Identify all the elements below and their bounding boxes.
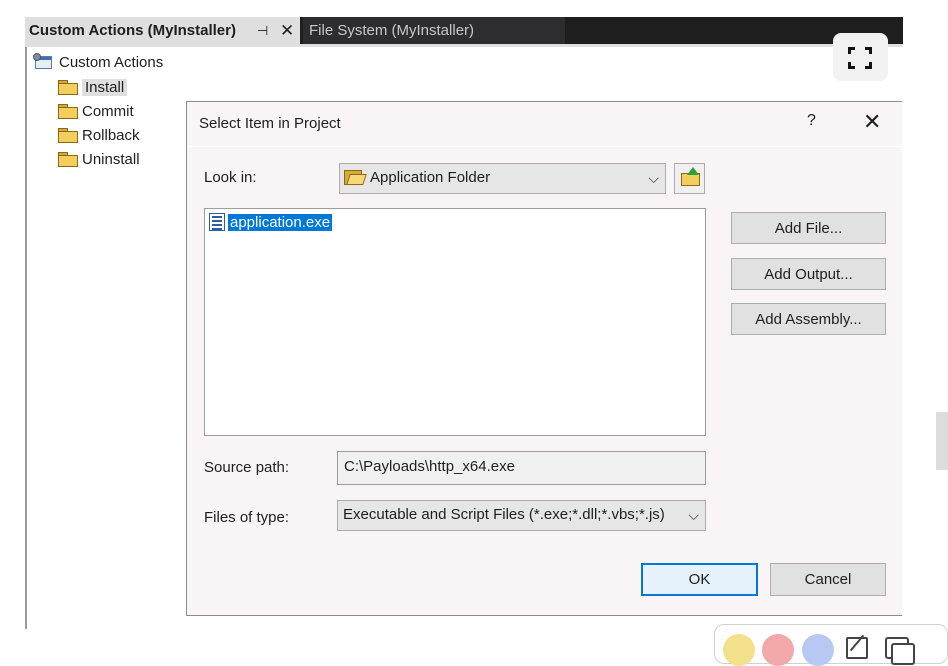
add-assembly-button[interactable]: Add Assembly...	[731, 303, 886, 335]
edit-icon[interactable]	[846, 637, 868, 659]
dialog-title: Select Item in Project	[199, 115, 341, 132]
copy-icon[interactable]	[885, 637, 915, 665]
panel-left-border	[25, 47, 27, 629]
document-tab-bar: Custom Actions (MyInstaller) ⊣ ✕ File Sy…	[25, 17, 903, 44]
executable-file-icon	[209, 213, 225, 231]
tree-item-uninstall[interactable]: Uninstall	[58, 149, 140, 171]
folder-icon	[58, 104, 78, 119]
help-button[interactable]: ?	[807, 112, 816, 130]
up-arrow-icon	[687, 167, 699, 175]
chevron-down-icon: ⌵	[685, 501, 699, 529]
source-path-input[interactable]: C:\Payloads\http_x64.exe	[337, 451, 706, 485]
tree-root-custom-actions[interactable]: Custom Actions	[33, 52, 163, 74]
tree-root-label: Custom Actions	[59, 54, 164, 71]
ok-button[interactable]: OK	[641, 563, 758, 596]
source-path-label: Source path:	[204, 459, 290, 476]
tab-custom-actions-label: Custom Actions (MyInstaller)	[29, 22, 236, 39]
tree-item-commit[interactable]: Commit	[58, 101, 134, 123]
fullscreen-button[interactable]	[833, 33, 888, 81]
tree-item-label: Rollback	[82, 127, 140, 144]
add-output-button[interactable]: Add Output...	[731, 258, 886, 290]
tab-file-system-label: File System (MyInstaller)	[309, 22, 475, 39]
fullscreen-icon	[848, 47, 855, 54]
fullscreen-icon-corner	[848, 62, 855, 69]
open-folder-icon	[344, 169, 364, 185]
folder-icon	[58, 152, 78, 167]
fullscreen-icon-corner	[865, 62, 872, 69]
look-in-dropdown[interactable]: Application Folder ⌵	[339, 163, 666, 194]
dialog-close-button[interactable]: ✕	[863, 109, 881, 135]
fullscreen-icon-corner	[865, 47, 872, 54]
look-in-value: Application Folder	[370, 169, 491, 186]
tree-item-label: Uninstall	[82, 151, 140, 168]
list-item-name: application.exe	[228, 214, 333, 231]
blue-color-swatch[interactable]	[802, 634, 834, 666]
project-items-list[interactable]: application.exe	[204, 208, 706, 436]
up-one-level-button[interactable]	[674, 163, 705, 194]
list-item[interactable]: application.exe	[209, 213, 333, 233]
pin-icon[interactable]: ⊣	[257, 17, 268, 44]
add-file-button[interactable]: Add File...	[731, 212, 886, 244]
scrollbar-thumb[interactable]	[936, 412, 948, 470]
red-color-swatch[interactable]	[762, 634, 794, 666]
tab-underline	[25, 44, 903, 47]
yellow-color-swatch[interactable]	[723, 634, 755, 666]
look-in-label: Look in:	[204, 169, 257, 186]
folder-icon	[58, 128, 78, 143]
files-of-type-label: Files of type:	[204, 509, 290, 526]
cancel-button[interactable]: Cancel	[770, 563, 886, 596]
tab-file-system[interactable]: File System (MyInstaller)	[303, 17, 565, 44]
annotation-toolbar	[714, 624, 948, 666]
close-tab-icon[interactable]: ✕	[280, 17, 294, 44]
folder-icon	[58, 80, 78, 95]
tree-item-rollback[interactable]: Rollback	[58, 125, 140, 147]
tab-custom-actions[interactable]: Custom Actions (MyInstaller) ⊣ ✕	[25, 17, 300, 44]
files-of-type-dropdown[interactable]: Executable and Script Files (*.exe;*.dll…	[337, 500, 706, 531]
title-separator	[187, 146, 903, 147]
files-of-type-value: Executable and Script Files (*.exe;*.dll…	[343, 506, 665, 523]
tree-item-label: Commit	[82, 103, 134, 120]
select-item-dialog: Select Item in Project ? ✕ Look in: Appl…	[186, 101, 903, 616]
tree-item-install[interactable]: Install	[58, 77, 128, 99]
tree-item-label: Install	[82, 79, 128, 96]
custom-actions-icon	[33, 53, 53, 70]
chevron-down-icon: ⌵	[648, 170, 659, 186]
